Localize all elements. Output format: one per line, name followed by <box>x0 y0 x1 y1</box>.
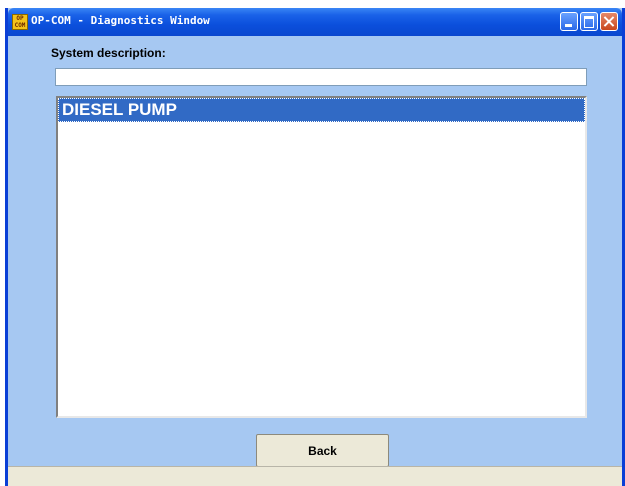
minimize-icon[interactable] <box>560 12 578 31</box>
list-item-diesel-pump[interactable]: DIESEL PUMP <box>58 98 585 122</box>
window-title: OP-COM - Diagnostics Window <box>31 14 210 27</box>
close-icon[interactable] <box>600 12 618 31</box>
status-bar <box>8 466 622 486</box>
op-com-app-icon: OP COM <box>12 14 28 30</box>
back-button[interactable]: Back <box>256 434 389 467</box>
maximize-icon[interactable] <box>580 12 598 31</box>
system-description-label: System description: <box>51 46 166 60</box>
title-bar[interactable]: OP COM OP-COM - Diagnostics Window <box>8 8 622 36</box>
system-description-field[interactable] <box>55 68 587 86</box>
systems-list[interactable]: DIESEL PUMP <box>56 96 587 418</box>
diagnostics-window: OP COM OP-COM - Diagnostics Window Syste… <box>5 8 625 486</box>
